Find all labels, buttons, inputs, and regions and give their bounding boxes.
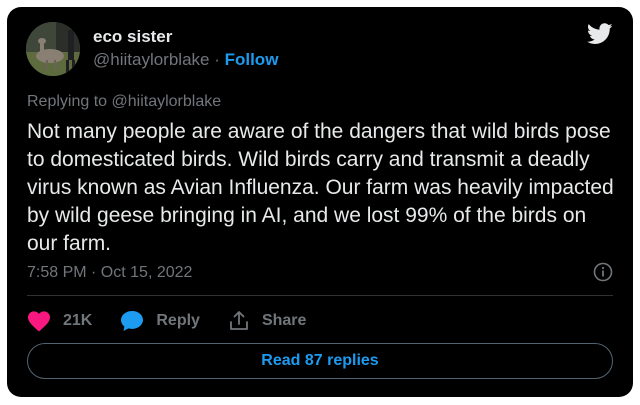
handle-separator: ·: [209, 50, 225, 69]
share-button[interactable]: Share: [228, 310, 306, 332]
avatar[interactable]: [26, 22, 80, 76]
author-handle-row: @hiitaylorblake · Follow: [93, 50, 278, 70]
divider: [27, 295, 613, 296]
replying-to[interactable]: Replying to @hiitaylorblake: [27, 93, 221, 111]
like-button[interactable]: 21K: [27, 310, 92, 332]
tweet-timestamp[interactable]: 7:58 PM · Oct 15, 2022: [27, 264, 192, 282]
author-handle[interactable]: @hiitaylorblake: [93, 50, 209, 69]
reply-button[interactable]: Reply: [120, 310, 200, 332]
like-count: 21K: [63, 312, 93, 329]
heart-icon: [28, 311, 50, 332]
read-replies-button[interactable]: Read 87 replies: [27, 343, 613, 379]
twitter-bird-icon[interactable]: [586, 23, 613, 45]
share-icon: [230, 311, 248, 330]
tweet-actions: 21K Reply Share: [27, 307, 334, 335]
follow-button[interactable]: Follow: [225, 50, 279, 69]
tweet-card: eco sister @hiitaylorblake · Follow Repl…: [7, 7, 633, 397]
tweet-text: Not many people are aware of the dangers…: [27, 120, 614, 255]
share-label: Share: [261, 312, 307, 329]
speech-bubble-icon: [121, 311, 144, 331]
info-icon[interactable]: [593, 262, 613, 282]
author-name[interactable]: eco sister: [93, 27, 172, 47]
reply-label: Reply: [156, 312, 200, 329]
